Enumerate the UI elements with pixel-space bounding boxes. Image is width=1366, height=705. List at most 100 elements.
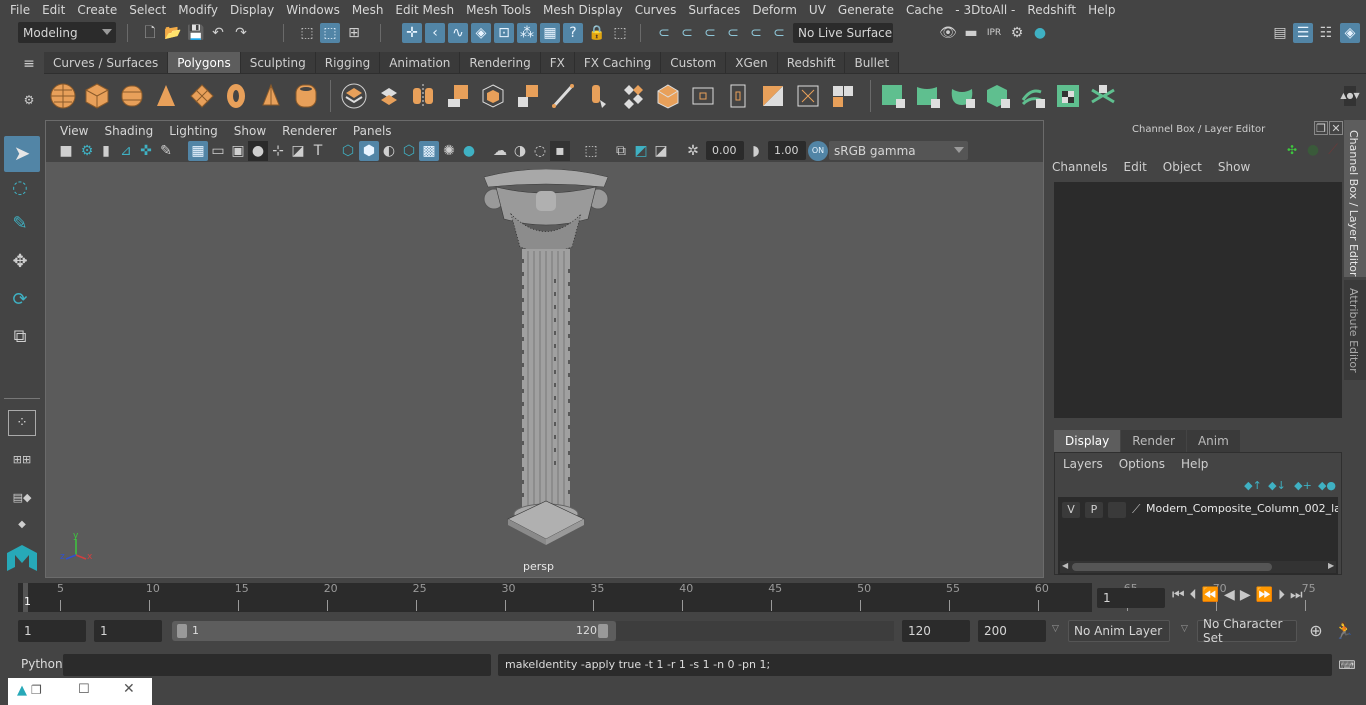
anim-layer-chevron-icon[interactable]: ▽ — [1052, 624, 1059, 634]
anim-layer-dropdown[interactable]: No Anim Layer — [1068, 620, 1170, 642]
wireframe-icon[interactable]: ⬡ — [338, 141, 358, 161]
snap-grid-icon[interactable]: ✛ — [402, 23, 422, 43]
new-scene-icon[interactable]: 🗋 — [140, 23, 160, 43]
viewport-menu-view[interactable]: View — [52, 124, 96, 138]
start-time-field[interactable]: 1 — [18, 620, 86, 642]
viewport-menu-renderer[interactable]: Renderer — [274, 124, 345, 138]
motion-blur-icon[interactable]: ◑ — [510, 141, 530, 161]
shelf-settings-gear-icon[interactable]: ⚙ — [19, 90, 39, 110]
shelf-tab-animation[interactable]: Animation — [380, 52, 461, 73]
gate-mask-icon[interactable]: ● — [248, 141, 268, 161]
side-tab-channel-box[interactable]: Channel Box / Layer Editor — [1344, 120, 1366, 277]
grid-toggle-icon[interactable]: ▦ — [188, 141, 208, 161]
paint-select-icon[interactable]: ✎ — [10, 214, 30, 234]
viewport-menu-show[interactable]: Show — [226, 124, 274, 138]
step-forward-frame-icon[interactable]: ⏵ — [1278, 587, 1285, 603]
help-query-icon[interactable]: ? — [563, 23, 583, 43]
channel-sync-icon[interactable]: ● — [1303, 140, 1323, 160]
layer-playback-toggle[interactable]: P — [1085, 502, 1103, 518]
magnet-surface-icon[interactable]: ⊂ — [746, 23, 766, 43]
gamma-icon[interactable]: ◗ — [746, 141, 766, 161]
snap-point-icon[interactable]: ∿ — [448, 23, 468, 43]
two-pane-layout-icon[interactable]: ◆ — [8, 518, 36, 532]
gamma-field[interactable]: 1.00 — [768, 141, 806, 160]
reduce-icon[interactable] — [479, 82, 507, 110]
uv-unfold-icon[interactable] — [1019, 82, 1047, 110]
redo-icon[interactable]: ↷ — [231, 23, 251, 43]
anti-aliasing-icon[interactable]: ◌ — [530, 141, 550, 161]
magnet-view-icon[interactable]: ⊂ — [723, 23, 743, 43]
live-surface-field[interactable]: No Live Surface — [793, 23, 893, 43]
close-window-icon[interactable]: ✕ — [123, 681, 135, 697]
color-management-toggle[interactable]: ON — [808, 141, 828, 161]
channel-box-toggle-icon[interactable]: ◈ — [1340, 23, 1360, 43]
save-scene-icon[interactable]: 💾 — [186, 23, 206, 43]
cylindrical-uv-icon[interactable] — [724, 82, 752, 110]
layer-row[interactable]: V P ⟋ Modern_Composite_Column_002_lay — [1062, 502, 1338, 520]
magnet-point-icon[interactable]: ⊂ — [700, 23, 720, 43]
uv-editor-icon[interactable] — [794, 82, 822, 110]
menu-mesh-display[interactable]: Mesh Display — [537, 3, 629, 17]
command-input[interactable] — [63, 654, 491, 676]
menu-mesh-tools[interactable]: Mesh Tools — [460, 3, 537, 17]
layer-menu-options[interactable]: Options — [1119, 457, 1165, 471]
playback-end-field[interactable]: 120 — [902, 620, 970, 642]
menu-surfaces[interactable]: Surfaces — [682, 3, 746, 17]
range-slider[interactable]: 1 120 — [172, 621, 616, 641]
xray-joints-icon[interactable]: ◩ — [631, 141, 651, 161]
four-pane-layout-icon[interactable]: ⊞⊞ — [8, 446, 36, 472]
smooth-icon[interactable] — [444, 82, 472, 110]
layer-tab-render[interactable]: Render — [1121, 430, 1186, 452]
poly-cube-icon[interactable] — [83, 82, 111, 110]
uv-cut-sew-icon[interactable] — [1089, 82, 1117, 110]
uv-planar-map-icon[interactable] — [879, 82, 907, 110]
poly-cylinder-icon[interactable] — [118, 82, 146, 110]
menu-generate[interactable]: Generate — [832, 3, 900, 17]
layer-menu-layers[interactable]: Layers — [1063, 457, 1103, 471]
uv-sphere-map-icon[interactable] — [949, 82, 977, 110]
hypershade-icon[interactable]: ● — [1030, 23, 1050, 43]
insert-edge-loop-icon[interactable] — [619, 82, 647, 110]
bevel-icon[interactable] — [584, 82, 612, 110]
character-set-chevron-icon[interactable]: ▽ — [1181, 624, 1188, 634]
textured-icon[interactable]: ▩ — [419, 141, 439, 161]
shelf-menu-icon[interactable]: ≡ — [19, 54, 39, 74]
magnet-curve-icon[interactable]: ⊂ — [677, 23, 697, 43]
symmetry-icon[interactable]: ⁂ — [517, 23, 537, 43]
single-pane-layout-icon[interactable]: ⁘ — [8, 410, 36, 436]
select-object-icon[interactable]: ⬚ — [320, 23, 340, 43]
layout-uv-icon[interactable] — [829, 82, 857, 110]
scroll-right-icon[interactable]: ▶ — [1328, 561, 1334, 570]
menu-uv[interactable]: UV — [803, 3, 832, 17]
maximize-window-icon[interactable]: ☐ — [78, 682, 90, 697]
column-3d-model[interactable] — [476, 169, 616, 549]
menu-deform[interactable]: Deform — [746, 3, 803, 17]
snap-live-icon[interactable]: ⊡ — [494, 23, 514, 43]
construction-history-icon[interactable]: ▦ — [540, 23, 560, 43]
side-tab-attribute-editor[interactable]: Attribute Editor — [1344, 280, 1366, 380]
anim-start-field[interactable]: 1 — [94, 620, 162, 642]
camera-attributes-icon[interactable]: ⚙ — [77, 141, 97, 161]
scale-tool-icon[interactable]: ⧉ — [10, 327, 30, 347]
go-to-end-icon[interactable]: ⏭ — [1290, 587, 1303, 603]
exposure-field[interactable]: 0.00 — [706, 141, 744, 160]
channel-menu-object[interactable]: Object — [1163, 160, 1202, 174]
combine-icon[interactable] — [340, 82, 368, 110]
shelf-tab-redshift[interactable]: Redshift — [777, 52, 846, 73]
wireframe-on-shaded-icon[interactable]: ⬡ — [399, 141, 419, 161]
shelf-tab-sculpting[interactable]: Sculpting — [240, 52, 316, 73]
menu-display[interactable]: Display — [224, 3, 280, 17]
render-settings-icon[interactable]: ⚙ — [1007, 23, 1027, 43]
default-material-icon[interactable]: ◐ — [379, 141, 399, 161]
menu-modify[interactable]: Modify — [172, 3, 224, 17]
ipr-render-icon[interactable]: IPR — [984, 23, 1004, 43]
viewport-menu-panels[interactable]: Panels — [345, 124, 400, 138]
use-lights-icon[interactable]: ✺ — [439, 141, 459, 161]
uv-checker-icon[interactable] — [1054, 82, 1082, 110]
scroll-left-icon[interactable]: ◀ — [1062, 561, 1068, 570]
safe-title-icon[interactable]: T — [308, 141, 328, 161]
range-start-handle[interactable] — [177, 624, 187, 638]
poly-sphere-icon[interactable] — [49, 82, 77, 110]
isolate-select-icon[interactable]: ⬚ — [581, 141, 601, 161]
select-tool[interactable]: ➤ — [4, 136, 40, 172]
